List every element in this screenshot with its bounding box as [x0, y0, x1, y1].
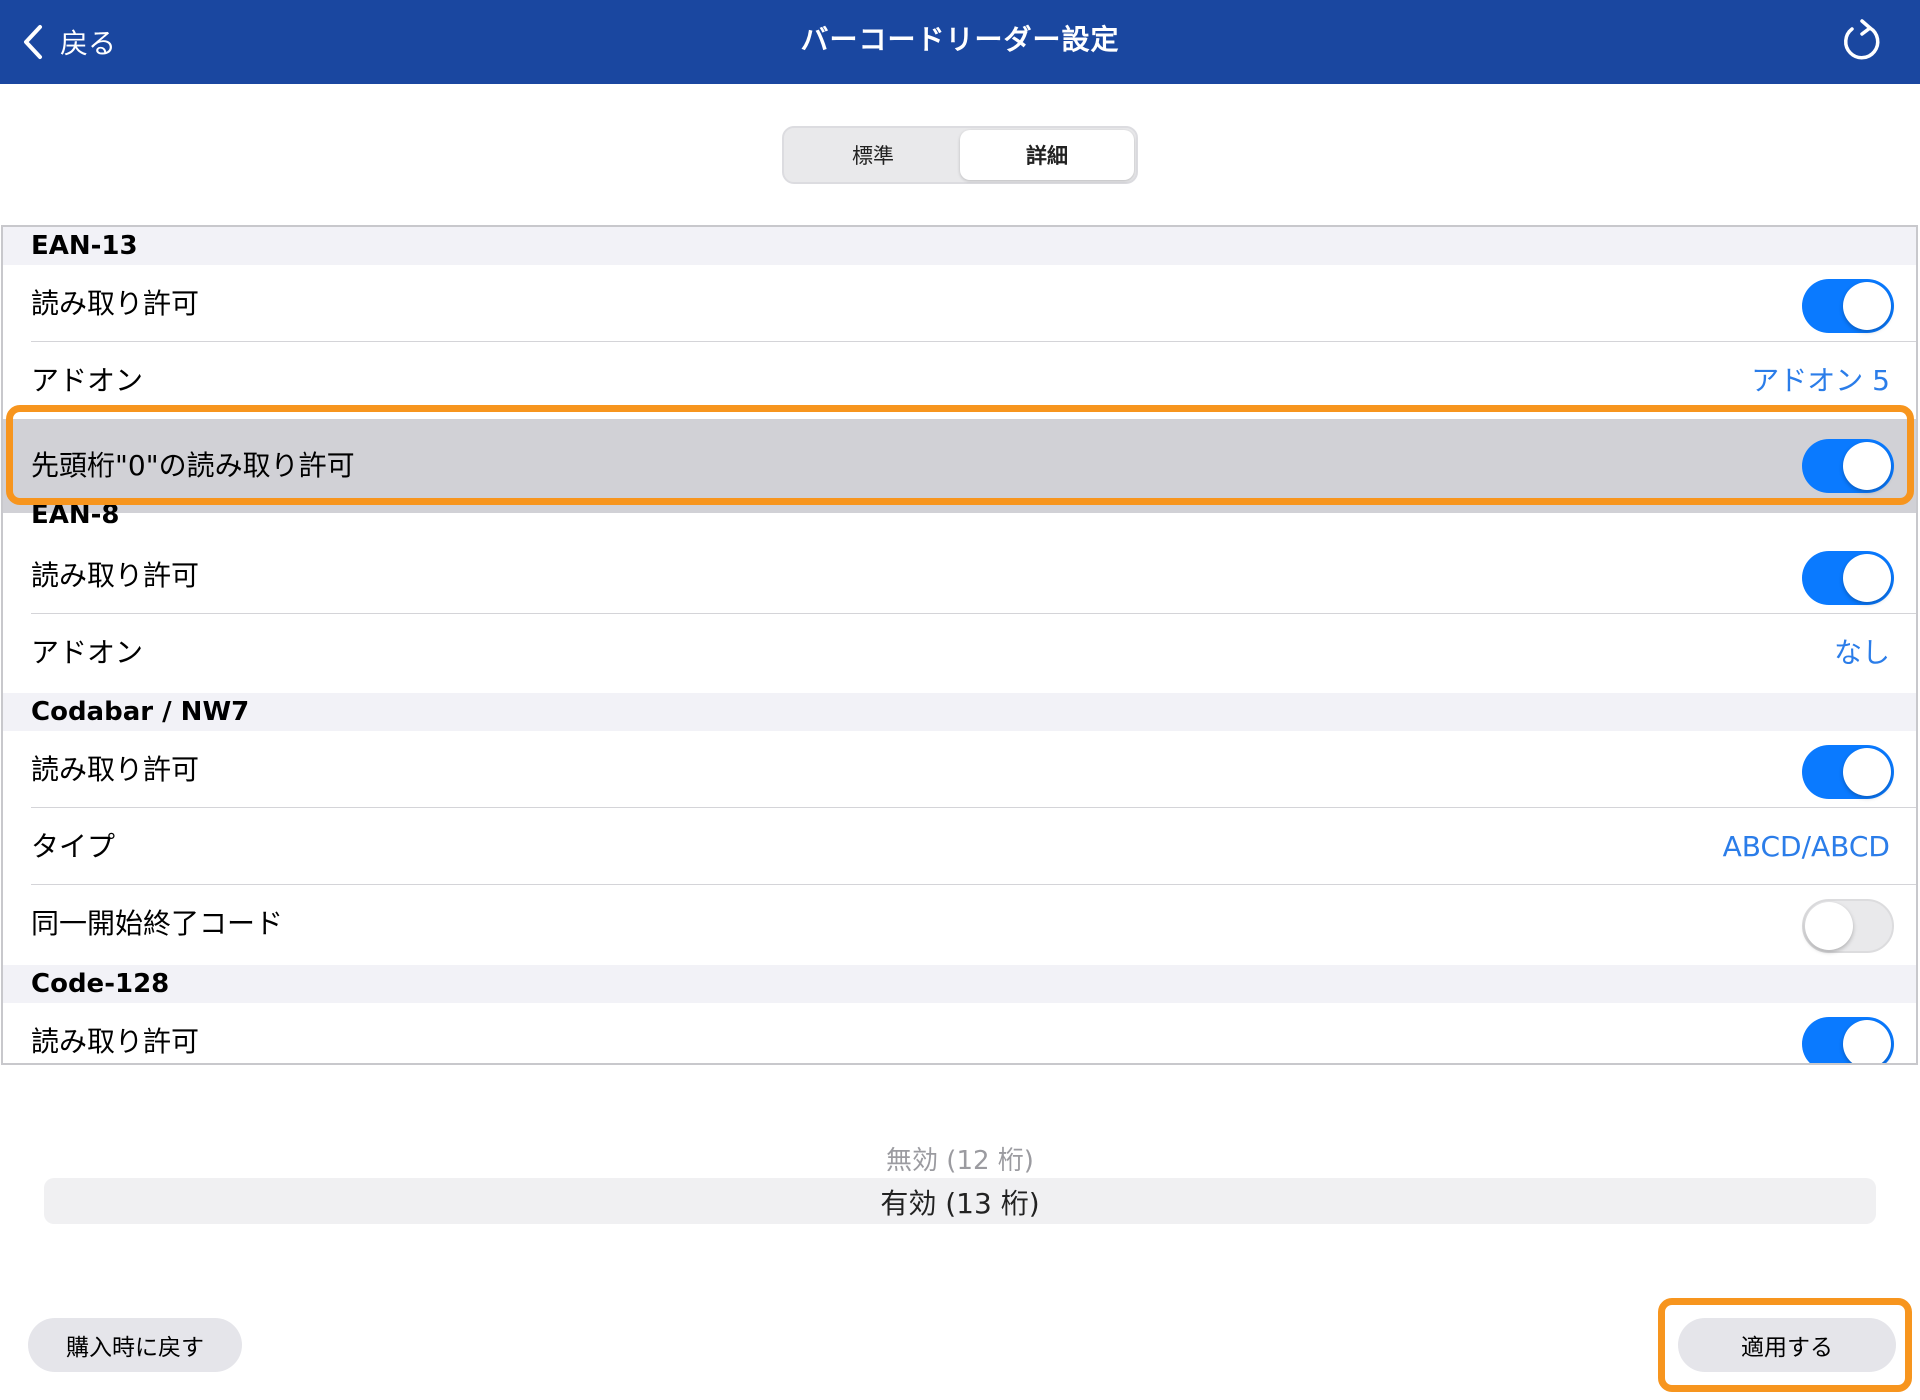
toggle-knob: [1843, 442, 1891, 490]
page-title: バーコードリーダー設定: [800, 23, 1120, 56]
mode-segmented-control: 標準 詳細: [782, 126, 1138, 184]
toggle-knob: [1805, 902, 1853, 950]
ean13-addon-value[interactable]: アドオン 5: [1751, 342, 1890, 419]
code128-read-allow-label: 読み取り許可: [31, 1025, 200, 1058]
codabar-same-start-stop-label: 同一開始終了コード: [31, 907, 284, 940]
codabar-type-row[interactable]: タイプ ABCD/ABCD: [3, 808, 1916, 885]
codabar-same-start-stop-toggle[interactable]: [1802, 899, 1894, 953]
tab-advanced[interactable]: 詳細: [960, 130, 1134, 180]
codabar-read-allow-label: 読み取り許可: [31, 753, 200, 786]
codabar-read-allow-row: 読み取り許可: [3, 731, 1916, 808]
toggle-knob: [1843, 554, 1891, 602]
ean13-read-allow-row: 読み取り許可: [3, 265, 1916, 342]
picker-option-disabled[interactable]: 無効 (12 桁): [0, 1140, 1920, 1177]
ean8-addon-row[interactable]: アドオン なし: [3, 614, 1916, 691]
code128-read-allow-row: 読み取り許可: [3, 1003, 1916, 1063]
tab-standard[interactable]: 標準: [786, 130, 960, 180]
settings-table[interactable]: EAN-13 読み取り許可 アドオン アドオン 5 先頭桁"0"の読み取り許可 …: [1, 225, 1918, 1065]
section-header-ean8: EAN-8: [31, 500, 120, 530]
back-button[interactable]: 戻る: [20, 18, 116, 66]
ean13-addon-label: アドオン: [31, 364, 144, 397]
picker-option-enabled[interactable]: 有効 (13 桁): [0, 1182, 1920, 1222]
ean8-read-allow-toggle[interactable]: [1802, 551, 1894, 605]
codabar-same-start-stop-row: 同一開始終了コード: [3, 885, 1916, 962]
toggle-knob: [1843, 282, 1891, 330]
codabar-type-value[interactable]: ABCD/ABCD: [1723, 808, 1890, 885]
chevron-left-icon: [24, 25, 42, 59]
section-header-ean13: EAN-13: [3, 227, 1916, 265]
ean13-leading-zero-toggle[interactable]: [1802, 439, 1894, 493]
apply-button[interactable]: 適用する: [1678, 1318, 1896, 1372]
ean13-read-allow-toggle[interactable]: [1802, 279, 1894, 333]
ean8-addon-label: アドオン: [31, 636, 144, 669]
navigation-bar: 戻る バーコードリーダー設定: [0, 0, 1920, 84]
back-button-label: 戻る: [60, 27, 117, 60]
reset-to-default-button[interactable]: 購入時に戻す: [28, 1318, 242, 1372]
toggle-knob: [1843, 1020, 1891, 1063]
code128-read-allow-toggle[interactable]: [1802, 1017, 1894, 1063]
codabar-type-label: タイプ: [31, 830, 116, 863]
refresh-icon: [1844, 19, 1880, 60]
ean8-read-allow-row: 読み取り許可: [3, 537, 1916, 614]
toggle-knob: [1843, 748, 1891, 796]
codabar-read-allow-toggle[interactable]: [1802, 745, 1894, 799]
refresh-button[interactable]: [1836, 16, 1886, 66]
ean13-read-allow-label: 読み取り許可: [31, 287, 200, 320]
ean8-read-allow-label: 読み取り許可: [31, 559, 200, 592]
ean8-addon-value[interactable]: なし: [1834, 614, 1890, 691]
section-header-codabar: Codabar / NW7: [3, 693, 1916, 731]
section-header-code128: Code-128: [3, 965, 1916, 1003]
ean13-addon-row[interactable]: アドオン アドオン 5: [3, 342, 1916, 419]
